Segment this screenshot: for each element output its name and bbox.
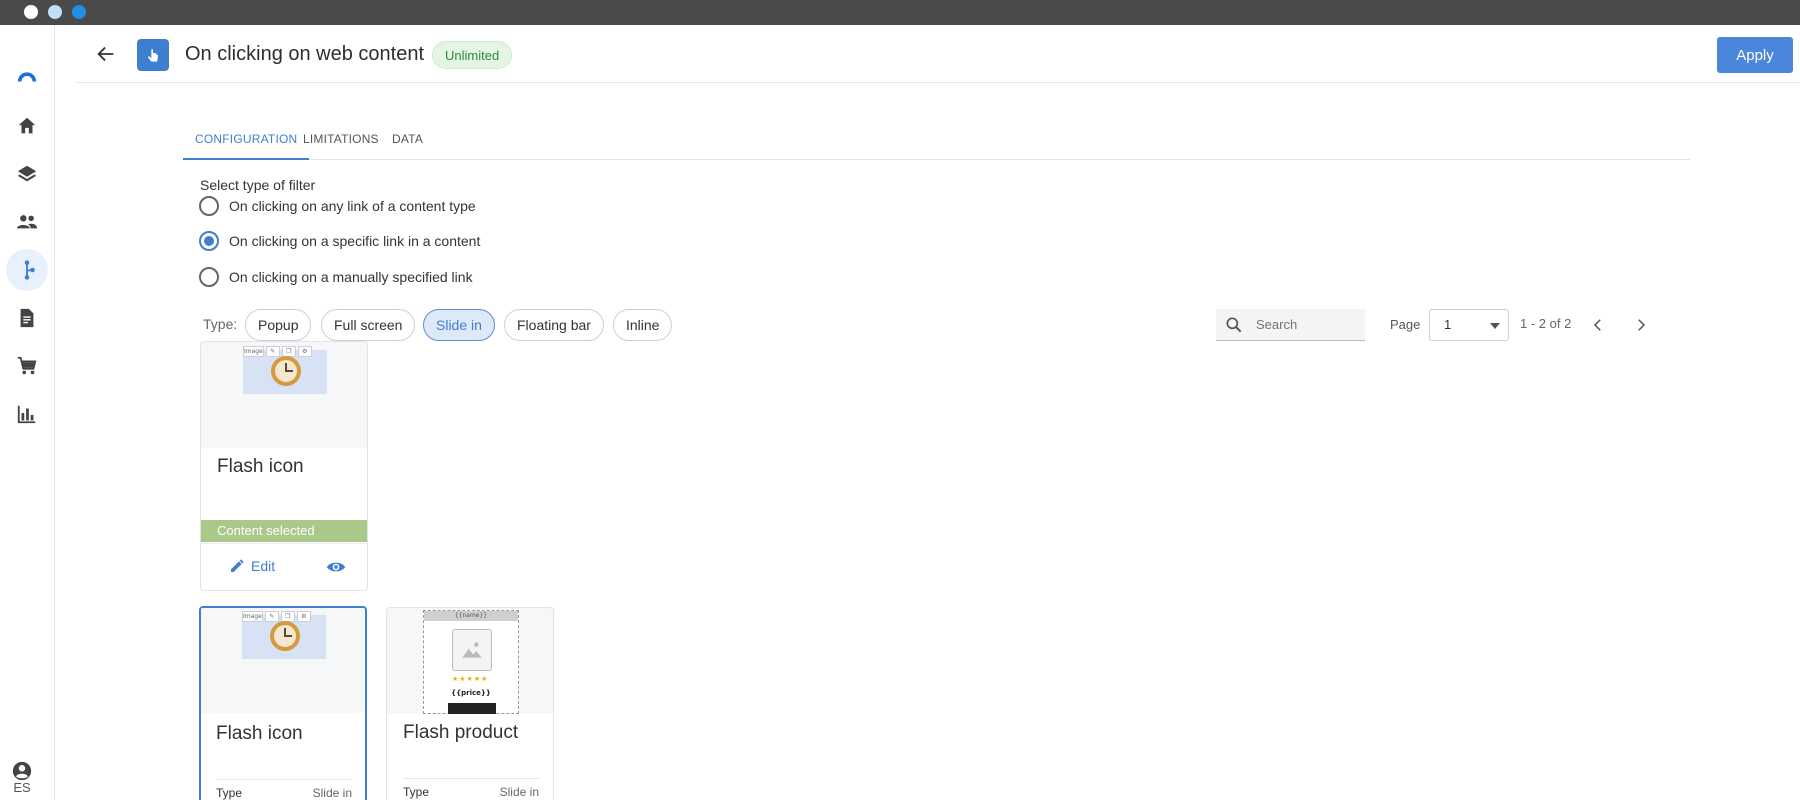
chip-popup[interactable]: Popup xyxy=(245,309,312,341)
language-label[interactable]: ES xyxy=(0,780,44,795)
back-button[interactable] xyxy=(93,41,119,67)
arrow-left-icon xyxy=(97,46,114,62)
chip-full-screen[interactable]: Full screen xyxy=(321,309,416,341)
flow-icon[interactable] xyxy=(6,249,48,291)
page-header: On clicking on web content Unlimited App… xyxy=(75,25,1800,83)
preview-toolbar: Image ✎ ❐ ⚙ xyxy=(243,345,312,357)
logo-icon[interactable] xyxy=(6,55,48,97)
radio-label: On clicking on a specific link in a cont… xyxy=(229,233,481,249)
clock-icon xyxy=(271,356,301,386)
layers-icon[interactable] xyxy=(6,153,48,195)
page-title: On clicking on web content xyxy=(185,43,425,65)
chip-inline[interactable]: Inline xyxy=(613,309,673,341)
preview-button xyxy=(448,703,496,714)
radio-label: On clicking on a manually specified link xyxy=(229,269,473,285)
window-maximize-button[interactable] xyxy=(72,5,86,19)
preview-tag: Image xyxy=(242,610,263,622)
card-title: Flash icon xyxy=(216,723,303,744)
card-preview: Image ✎ ❐ ⚙ xyxy=(201,608,364,713)
product-preview: {{name}} ★★★★★ {{price}} xyxy=(423,610,519,714)
search-input[interactable] xyxy=(1256,317,1356,332)
filter-option-manual-link[interactable]: On clicking on a manually specified link xyxy=(199,267,473,287)
preview-tag: Image xyxy=(243,345,264,357)
chart-icon[interactable] xyxy=(6,393,48,435)
window-close-button[interactable] xyxy=(24,5,38,19)
radio-label: On clicking on any link of a content typ… xyxy=(229,198,476,214)
chip-floating-bar[interactable]: Floating bar xyxy=(504,309,604,341)
search-icon xyxy=(1226,317,1242,332)
clock-icon xyxy=(270,621,300,651)
page-label: Page xyxy=(1390,317,1421,332)
radio-button[interactable] xyxy=(199,267,219,287)
chip-slide-in[interactable]: Slide in xyxy=(423,309,495,341)
next-page-button[interactable] xyxy=(1630,314,1652,336)
page-select-value: 1 xyxy=(1444,317,1452,332)
settings-icon: ⚙ xyxy=(297,345,312,357)
click-type-icon xyxy=(137,39,169,71)
window-titlebar xyxy=(0,0,1800,25)
page-select[interactable]: 1 xyxy=(1429,309,1509,341)
edit-label: Edit xyxy=(251,558,276,574)
prev-page-button[interactable] xyxy=(1587,314,1609,336)
tab-limitations[interactable]: LIMITATIONS xyxy=(291,130,391,160)
window-minimize-button[interactable] xyxy=(48,5,62,19)
filter-type-label: Select type of filter xyxy=(200,177,316,193)
pencil-icon xyxy=(231,559,244,572)
tab-bar: CONFIGURATION LIMITATIONS DATA xyxy=(183,120,1690,160)
content-card-flash-icon[interactable]: Image ✎ ❐ ⚙ Flash icon Type Slide in xyxy=(199,606,367,800)
content-selected-status: Content selected xyxy=(201,520,367,542)
card-title: Flash product xyxy=(403,722,519,743)
content-card-flash-product[interactable]: {{name}} ★★★★★ {{price}} Flash product T… xyxy=(386,607,554,800)
cart-icon[interactable] xyxy=(6,345,48,387)
apply-button[interactable]: Apply xyxy=(1717,37,1793,73)
card-meta: Type Slide in xyxy=(403,778,539,799)
page-range: 1 - 2 of 2 xyxy=(1520,316,1572,331)
star-rating: ★★★★★ xyxy=(452,675,489,683)
sidebar: ES xyxy=(0,25,55,800)
search-field xyxy=(1216,309,1365,341)
selected-content-card: Image ✎ ❐ ⚙ Flash icon Content selected Edi… xyxy=(200,341,368,591)
card-title: Flash icon xyxy=(217,456,304,477)
settings-icon: ⚙ xyxy=(296,610,311,622)
radio-button-checked[interactable] xyxy=(199,231,219,251)
card-preview: {{name}} ★★★★★ {{price}} xyxy=(387,608,553,714)
preview-name-placeholder: {{name}} xyxy=(424,611,518,621)
type-filter-label: Type: xyxy=(203,316,238,332)
copy-icon: ❐ xyxy=(280,610,295,622)
meta-key: Type xyxy=(216,786,243,800)
card-preview[interactable]: Image ✎ ❐ ⚙ xyxy=(201,342,367,448)
filter-option-specific-link[interactable]: On clicking on a specific link in a cont… xyxy=(199,231,480,251)
tab-data[interactable]: DATA xyxy=(380,130,435,160)
document-icon[interactable] xyxy=(6,297,48,339)
pencil-icon: ✎ xyxy=(265,345,280,357)
edit-button[interactable]: Edit xyxy=(229,558,275,574)
meta-value: Slide in xyxy=(312,786,352,800)
radio-button[interactable] xyxy=(199,196,219,216)
eye-icon[interactable] xyxy=(323,556,349,578)
home-icon[interactable] xyxy=(6,105,48,147)
meta-value: Slide in xyxy=(499,785,539,799)
people-icon[interactable] xyxy=(6,201,48,243)
copy-icon: ❐ xyxy=(281,345,296,357)
card-meta: Type Slide in xyxy=(216,779,352,800)
image-placeholder-icon xyxy=(452,629,492,671)
chevron-right-icon xyxy=(1638,319,1646,331)
meta-key: Type xyxy=(403,785,430,799)
pencil-icon: ✎ xyxy=(264,610,279,622)
card-actions: Edit xyxy=(201,543,367,590)
caret-down-icon xyxy=(1490,323,1500,329)
limit-badge: Unlimited xyxy=(432,41,513,69)
filter-option-content-type[interactable]: On clicking on any link of a content typ… xyxy=(199,196,476,216)
chevron-left-icon xyxy=(1593,319,1601,331)
price-placeholder: {{price}} xyxy=(451,689,491,697)
preview-toolbar: Image ✎ ❐ ⚙ xyxy=(242,610,311,622)
